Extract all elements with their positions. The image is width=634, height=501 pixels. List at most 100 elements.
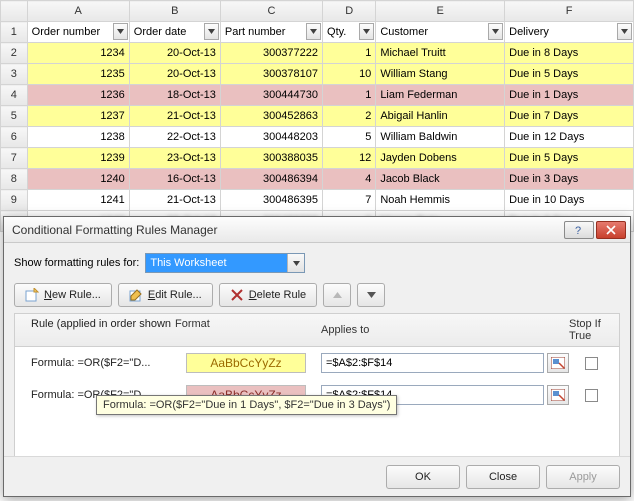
show-rules-combo[interactable]: This Worksheet [145,253,305,273]
row-header[interactable]: 2 [1,43,28,64]
cell-E[interactable]: William Stang [376,64,505,85]
dialog-titlebar[interactable]: Conditional Formatting Rules Manager ? [4,217,630,243]
close-window-button[interactable] [596,221,626,239]
cell-D[interactable]: 1 [323,43,376,64]
row-header[interactable]: 1 [1,22,28,43]
cell-D[interactable]: 12 [323,148,376,169]
move-down-button[interactable] [357,283,385,307]
col-stop-header: Stop If True [569,318,613,342]
select-all-corner[interactable] [1,1,28,22]
move-up-button[interactable] [323,283,351,307]
cell-D[interactable]: 10 [323,64,376,85]
cell-C[interactable]: 300448203 [220,127,322,148]
applies-to-input[interactable]: =$A$2:$F$14 [321,353,544,373]
col-applies-header: Applies to [321,318,569,342]
help-button[interactable]: ? [564,221,594,239]
cell-C[interactable]: 300444730 [220,85,322,106]
cell-E[interactable]: Liam Federman [376,85,505,106]
cell-C[interactable]: 300486395 [220,190,322,211]
cell-D[interactable]: 7 [323,190,376,211]
new-rule-button[interactable]: NNew Rule...ew Rule... [14,283,112,307]
cell-A[interactable]: 1239 [27,148,129,169]
row-header[interactable]: 3 [1,64,28,85]
spreadsheet: ABCDEF 1Order numberOrder datePart numbe… [0,0,634,232]
cell-F[interactable]: Due in 1 Days [505,85,634,106]
cell-B[interactable]: 22-Oct-13 [129,127,220,148]
cell-B[interactable]: 18-Oct-13 [129,85,220,106]
data-row: 7123923-Oct-1330038803512Jayden DobensDu… [1,148,634,169]
table-header-C[interactable]: Part number [220,22,322,43]
cell-F[interactable]: Due in 5 Days [505,64,634,85]
table-header-D[interactable]: Qty. [323,22,376,43]
cell-E[interactable]: Abigail Hanlin [376,106,505,127]
cell-C[interactable]: 300377222 [220,43,322,64]
row-header[interactable]: 7 [1,148,28,169]
cell-B[interactable]: 21-Oct-13 [129,106,220,127]
cell-B[interactable]: 20-Oct-13 [129,64,220,85]
filter-button[interactable] [617,23,632,40]
column-header-B[interactable]: B [129,1,220,22]
cell-F[interactable]: Due in 5 Days [505,148,634,169]
cell-A[interactable]: 1236 [27,85,129,106]
ok-button[interactable]: OK [386,465,460,489]
row-header[interactable]: 5 [1,106,28,127]
table-header-A[interactable]: Order number [27,22,129,43]
cell-D[interactable]: 2 [323,106,376,127]
cell-D[interactable]: 5 [323,127,376,148]
cell-B[interactable]: 21-Oct-13 [129,190,220,211]
delete-rule-button[interactable]: Delete Rule [219,283,318,307]
filter-button[interactable] [113,23,128,40]
filter-button[interactable] [204,23,219,40]
column-header-F[interactable]: F [505,1,634,22]
table-header-B[interactable]: Order date [129,22,220,43]
rule-row[interactable]: Formula: =OR($F2="D...AaBbCcYyZz=$A$2:$F… [15,347,619,379]
cell-E[interactable]: William Baldwin [376,127,505,148]
data-row: 3123520-Oct-1330037810710William StangDu… [1,64,634,85]
cell-A[interactable]: 1240 [27,169,129,190]
column-header-D[interactable]: D [323,1,376,22]
cell-E[interactable]: Michael Truitt [376,43,505,64]
cell-E[interactable]: Noah Hemmis [376,190,505,211]
row-header[interactable]: 6 [1,127,28,148]
range-selector-button[interactable] [547,353,569,373]
cell-A[interactable]: 1237 [27,106,129,127]
data-row: 5123721-Oct-133004528632Abigail HanlinDu… [1,106,634,127]
cell-F[interactable]: Due in 10 Days [505,190,634,211]
cell-F[interactable]: Due in 3 Days [505,169,634,190]
column-header-E[interactable]: E [376,1,505,22]
row-header[interactable]: 8 [1,169,28,190]
cell-E[interactable]: Jacob Black [376,169,505,190]
cell-C[interactable]: 300378107 [220,64,322,85]
cell-C[interactable]: 300486394 [220,169,322,190]
row-header[interactable]: 9 [1,190,28,211]
range-selector-button[interactable] [547,385,569,405]
filter-button[interactable] [306,23,321,40]
stop-if-true-checkbox[interactable] [585,389,598,402]
edit-rule-button[interactable]: Edit Rule... [118,283,213,307]
cell-F[interactable]: Due in 12 Days [505,127,634,148]
cell-B[interactable]: 20-Oct-13 [129,43,220,64]
cell-A[interactable]: 1241 [27,190,129,211]
cell-F[interactable]: Due in 7 Days [505,106,634,127]
filter-button[interactable] [488,23,503,40]
filter-button[interactable] [359,23,374,40]
column-header-C[interactable]: C [220,1,322,22]
cell-F[interactable]: Due in 8 Days [505,43,634,64]
cell-A[interactable]: 1238 [27,127,129,148]
close-button[interactable]: Close [466,465,540,489]
cell-B[interactable]: 23-Oct-13 [129,148,220,169]
cell-E[interactable]: Jayden Dobens [376,148,505,169]
apply-button[interactable]: Apply [546,465,620,489]
table-header-F[interactable]: Delivery [505,22,634,43]
column-header-A[interactable]: A [27,1,129,22]
cell-A[interactable]: 1234 [27,43,129,64]
cell-C[interactable]: 300388035 [220,148,322,169]
cell-A[interactable]: 1235 [27,64,129,85]
stop-if-true-checkbox[interactable] [585,357,598,370]
cell-D[interactable]: 4 [323,169,376,190]
row-header[interactable]: 4 [1,85,28,106]
cell-D[interactable]: 1 [323,85,376,106]
cell-C[interactable]: 300452863 [220,106,322,127]
table-header-E[interactable]: Customer [376,22,505,43]
cell-B[interactable]: 16-Oct-13 [129,169,220,190]
